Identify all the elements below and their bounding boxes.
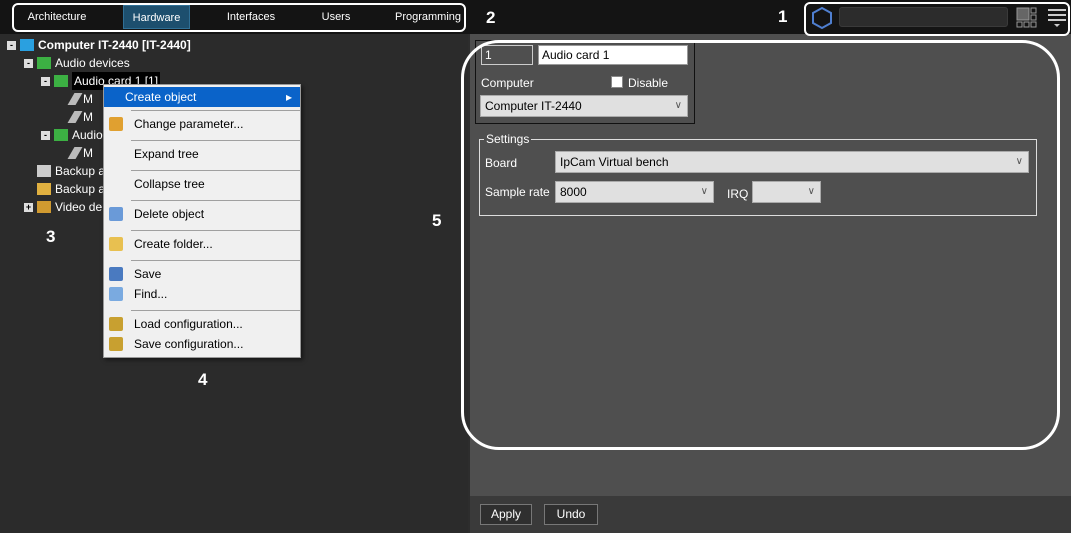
tree-node[interactable]: Backup a: [24, 180, 105, 198]
tree-node-label: Audio devices: [55, 56, 130, 70]
menu-item-label: Save configuration...: [134, 337, 244, 351]
context-menu: Create object ▸ Change parameter... Expand …: [103, 84, 301, 358]
tree-node[interactable]: - Audio: [41, 126, 103, 144]
tree-node-label: M: [83, 110, 93, 124]
menu-item-label: Expand tree: [134, 147, 199, 161]
menu-separator: [131, 230, 300, 231]
menu-separator: [131, 200, 300, 201]
menu-item-label: Create object: [125, 90, 197, 104]
save-icon: [109, 267, 123, 281]
menu-item-change-parameter[interactable]: Change parameter...: [104, 114, 300, 134]
menu-separator: [131, 260, 300, 261]
computer-icon: [20, 39, 34, 51]
tree-node-label: Backup a: [55, 182, 106, 196]
menu-separator: [131, 310, 300, 311]
tree-node[interactable]: M: [58, 90, 93, 108]
expand-icon[interactable]: +: [24, 202, 33, 212]
tree-node-label: M: [83, 146, 93, 160]
menu-item-delete-object[interactable]: Delete object: [104, 204, 300, 224]
annotation-3: 3: [46, 227, 56, 246]
menu-separator: [131, 170, 300, 171]
menu-item-label: Create folder...: [134, 237, 213, 251]
tree-node[interactable]: - Computer IT-2440 [IT-2440]: [7, 36, 191, 54]
menu-item-expand-tree[interactable]: Expand tree: [104, 144, 300, 164]
annotation-2: 2: [486, 8, 496, 27]
undo-button[interactable]: Undo: [544, 504, 598, 525]
menu-item-label: Save: [134, 267, 162, 281]
menu-separator: [131, 140, 300, 141]
menu-item-create-folder[interactable]: Create folder...: [104, 234, 300, 254]
tree-node-label: Computer IT-2440 [IT-2440]: [38, 38, 191, 52]
tree-node[interactable]: - Audio devices: [24, 54, 130, 72]
magnifier-icon: [109, 287, 123, 301]
annotation-box-2: [12, 3, 466, 32]
annotation-5: 5: [432, 211, 442, 230]
annotation-1: 1: [778, 7, 788, 26]
tree-node-label: M: [83, 92, 93, 106]
collapse-icon[interactable]: -: [7, 40, 16, 50]
annotation-box-5: [461, 40, 1060, 450]
menu-item-label: Change parameter...: [134, 117, 244, 131]
collapse-icon[interactable]: -: [41, 76, 50, 86]
recycle-bin-icon: [109, 207, 123, 221]
tree-node[interactable]: + Video de: [24, 198, 102, 216]
menu-item-load-configuration[interactable]: Load configuration...: [104, 314, 300, 334]
key-icon: [109, 117, 123, 131]
menu-item-create-object[interactable]: Create object ▸: [104, 87, 300, 107]
audio-board-icon: [54, 129, 68, 141]
apply-button[interactable]: Apply: [480, 504, 532, 525]
menu-item-save-configuration[interactable]: Save configuration...: [104, 334, 300, 354]
new-folder-icon: [109, 237, 123, 251]
menu-item-save[interactable]: Save: [104, 264, 300, 284]
menu-separator: [131, 110, 300, 111]
microphone-icon: [67, 111, 83, 123]
box-icon: [109, 337, 123, 351]
menu-item-label: Load configuration...: [134, 317, 243, 331]
tree-node[interactable]: M: [58, 144, 93, 162]
tree-node-label: Video de: [55, 200, 103, 214]
tree-node[interactable]: M: [58, 108, 93, 126]
tree-node[interactable]: Backup a: [24, 162, 105, 180]
annotation-box-1: [804, 2, 1070, 36]
menu-item-label: Delete object: [134, 207, 205, 221]
menu-item-collapse-tree[interactable]: Collapse tree: [104, 174, 300, 194]
microphone-icon: [67, 147, 83, 159]
collapse-icon[interactable]: -: [41, 130, 50, 140]
menu-item-label: Find...: [134, 287, 168, 301]
backup-icon: [37, 183, 51, 195]
tree-node-label: Audio: [72, 128, 103, 142]
menu-item-find[interactable]: Find...: [104, 284, 300, 304]
audio-board-icon: [54, 75, 68, 87]
video-device-icon: [37, 201, 51, 213]
annotation-4: 4: [198, 370, 208, 389]
microphone-icon: [67, 93, 83, 105]
bottom-bar: Apply Undo: [470, 496, 1071, 533]
archive-icon: [37, 165, 51, 177]
collapse-icon[interactable]: -: [24, 58, 33, 68]
box-icon: [109, 317, 123, 331]
submenu-arrow-icon: ▸: [285, 90, 292, 104]
menu-item-label: Collapse tree: [134, 177, 205, 191]
tree-node-label: Backup a: [55, 164, 106, 178]
audio-board-icon: [37, 57, 51, 69]
